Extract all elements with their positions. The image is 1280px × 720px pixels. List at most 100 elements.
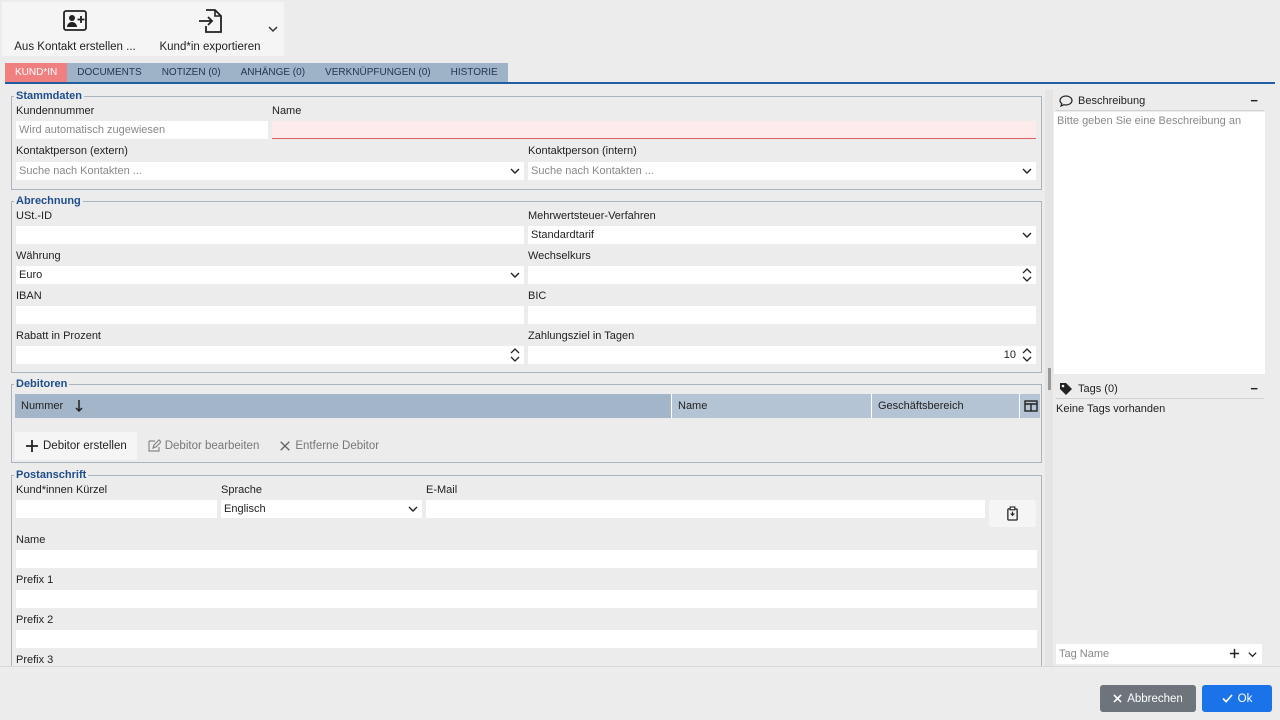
currency-label: Währung — [16, 250, 61, 262]
tab-documents[interactable]: DOCUMENTS — [67, 63, 152, 82]
customer-shortname-label: Kund*innen Kürzel — [16, 484, 108, 496]
export-file-icon — [199, 9, 222, 33]
prefix2-label: Prefix 2 — [16, 614, 54, 626]
column-header-number[interactable]: Nummer — [15, 394, 672, 418]
tab-history[interactable]: HISTORIE — [440, 63, 508, 82]
dialog-footer — [0, 666, 1280, 720]
exchange-rate-field[interactable] — [528, 266, 1036, 284]
customer-shortname-field[interactable] — [16, 500, 217, 518]
email-field[interactable] — [426, 500, 985, 518]
customer-number-field[interactable]: Wird automatisch zugewiesen — [16, 121, 268, 139]
spinner-icon[interactable] — [1022, 348, 1032, 362]
clipboard-icon — [1007, 506, 1018, 521]
spinner-icon[interactable] — [1022, 268, 1032, 282]
postal-address-legend: Postanschrift — [16, 469, 87, 481]
tag-name-placeholder: Tag Name — [1059, 648, 1110, 660]
discount-label: Rabatt in Prozent — [16, 330, 101, 342]
export-customer-button[interactable]: Kund*in exportieren — [150, 2, 270, 56]
create-debtor-label: Debitor erstellen — [43, 440, 127, 452]
close-icon — [280, 441, 291, 451]
tab-links[interactable]: VERKNÜPFUNGEN (0) — [315, 63, 441, 82]
close-icon — [1113, 694, 1122, 703]
create-debtor-button[interactable]: Debitor erstellen — [15, 432, 137, 460]
edit-icon — [148, 439, 161, 452]
language-select[interactable]: Englisch — [221, 500, 422, 518]
currency-value: Euro — [19, 269, 43, 281]
column-number-label: Nummer — [21, 400, 64, 412]
collapse-tags-button[interactable]: − — [1250, 381, 1258, 396]
language-value: Englisch — [224, 503, 266, 515]
billing-legend: Abrechnung — [16, 195, 81, 207]
vat-procedure-label: Mehrwertsteuer-Verfahren — [528, 210, 656, 222]
create-from-contact-button[interactable]: Aus Kontakt erstellen ... — [2, 2, 148, 56]
address-name-field[interactable] — [16, 550, 1037, 568]
prefix1-field[interactable] — [16, 590, 1037, 608]
description-textarea[interactable]: Bitte geben Sie eine Beschreibung an — [1054, 112, 1265, 374]
remove-debtor-label: Entferne Debitor — [295, 440, 380, 452]
export-customer-label: Kund*in exportieren — [159, 41, 261, 53]
tab-notes[interactable]: NOTIZEN (0) — [151, 63, 231, 82]
bic-label: BIC — [528, 290, 547, 302]
tab-underline — [5, 82, 1275, 84]
ok-button[interactable]: Ok — [1202, 685, 1272, 712]
tab-customer[interactable]: KUND*IN — [5, 63, 68, 82]
chevron-down-icon[interactable] — [1247, 649, 1258, 660]
contact-add-icon — [63, 10, 87, 31]
sort-down-icon — [75, 400, 83, 413]
collapse-description-button[interactable]: − — [1250, 93, 1258, 108]
name-label: Name — [272, 105, 302, 117]
discount-field[interactable] — [16, 346, 524, 364]
plus-icon[interactable] — [1229, 648, 1240, 659]
tag-icon — [1060, 382, 1072, 395]
contact-external-select[interactable]: Suche nach Kontakten ... — [16, 162, 524, 180]
create-from-contact-label: Aus Kontakt erstellen ... — [14, 41, 136, 53]
exchange-rate-label: Wechselkurs — [528, 250, 591, 262]
edit-debtor-label: Debitor bearbeiten — [164, 440, 260, 452]
debtors-legend: Debitoren — [16, 378, 68, 390]
iban-field[interactable] — [16, 306, 524, 324]
spinner-icon[interactable] — [510, 348, 520, 362]
customer-number-label: Kundennummer — [16, 105, 95, 117]
tags-panel-header: Tags (0) − — [1056, 379, 1264, 399]
vat-id-field[interactable] — [16, 226, 524, 244]
chevron-down-icon — [1022, 232, 1032, 238]
column-header-name[interactable]: Name — [672, 394, 872, 418]
chevron-down-icon — [408, 506, 418, 512]
chevron-down-icon — [510, 272, 520, 278]
remove-debtor-button[interactable]: Entferne Debitor — [269, 432, 389, 460]
name-field[interactable] — [272, 121, 1036, 139]
bic-field[interactable] — [528, 306, 1036, 324]
tags-empty-text: Keine Tags vorhanden — [1056, 403, 1166, 415]
currency-select[interactable]: Euro — [16, 266, 524, 284]
splitter-grip[interactable] — [1048, 368, 1051, 390]
columns-icon[interactable] — [1024, 399, 1038, 413]
toolbar: Aus Kontakt erstellen ... Kund*in export… — [2, 2, 284, 56]
iban-label: IBAN — [16, 290, 42, 302]
contact-internal-placeholder: Suche nach Kontakten ... — [531, 165, 654, 177]
prefix3-label: Prefix 3 — [16, 654, 54, 666]
column-header-business-area[interactable]: Geschäftsbereich — [872, 394, 1020, 418]
vat-procedure-value: Standardtarif — [531, 229, 594, 241]
language-label: Sprache — [221, 484, 262, 496]
edit-debtor-button[interactable]: Debitor bearbeiten — [137, 432, 270, 460]
prefix2-field[interactable] — [16, 630, 1037, 648]
check-icon — [1222, 694, 1233, 703]
payment-term-field[interactable]: 10 — [528, 346, 1036, 364]
vat-procedure-select[interactable]: Standardtarif — [528, 226, 1036, 244]
plus-icon — [26, 440, 38, 452]
ok-label: Ok — [1237, 692, 1253, 705]
tag-name-input[interactable]: Tag Name — [1056, 644, 1262, 664]
prefix1-label: Prefix 1 — [16, 574, 54, 586]
email-label: E-Mail — [426, 484, 458, 496]
vat-id-label: USt.-ID — [16, 210, 53, 222]
description-panel-header: Beschreibung − — [1056, 91, 1264, 111]
contact-internal-select[interactable]: Suche nach Kontakten ... — [528, 162, 1036, 180]
chevron-down-icon[interactable] — [266, 22, 280, 36]
paste-address-button[interactable] — [989, 500, 1036, 527]
cancel-button[interactable]: Abbrechen — [1100, 685, 1196, 712]
panel-splitter[interactable] — [1045, 90, 1053, 668]
tab-attachments[interactable]: ANHÄNGE (0) — [230, 63, 316, 82]
chevron-down-icon — [510, 168, 520, 174]
tags-title: Tags (0) — [1078, 382, 1118, 395]
contact-internal-label: Kontaktperson (intern) — [528, 145, 637, 157]
